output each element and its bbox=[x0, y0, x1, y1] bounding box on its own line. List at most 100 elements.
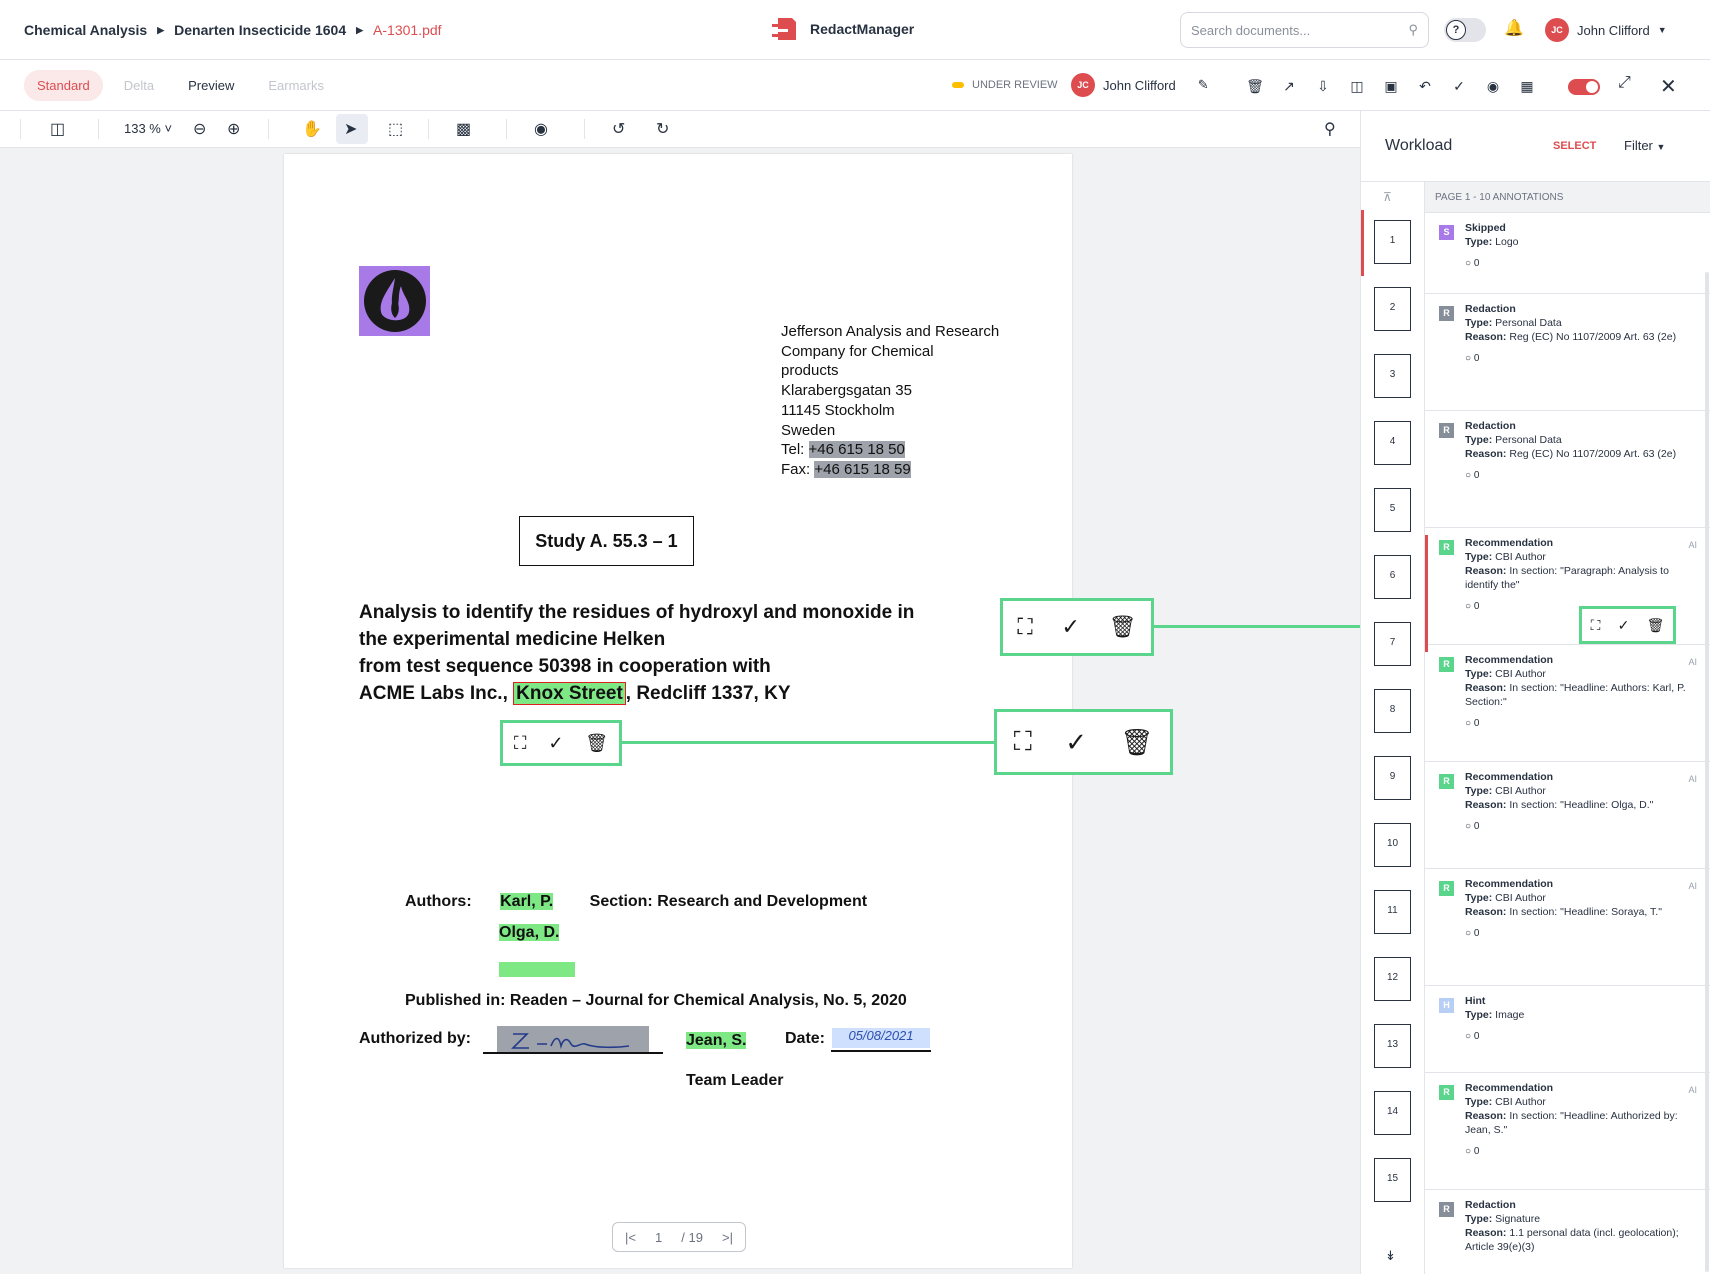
search-input[interactable]: Search documents... ⚲ bbox=[1180, 12, 1429, 48]
cursor-icon[interactable]: ➤ bbox=[344, 119, 357, 139]
pencil-icon[interactable]: ✎ bbox=[1198, 77, 1209, 93]
authorizer-recommendation[interactable]: Jean, S. bbox=[686, 1032, 747, 1049]
first-page-icon[interactable]: |< bbox=[625, 1230, 636, 1245]
preview-eye-icon[interactable]: ◉ bbox=[534, 119, 548, 139]
close-icon[interactable]: ✕ bbox=[1660, 74, 1677, 99]
page-thumbnail[interactable]: 10 bbox=[1374, 823, 1411, 867]
fullscreen-icon[interactable]: ⤢ bbox=[1618, 74, 1631, 92]
comments-row[interactable]: ○ 0 bbox=[1465, 352, 1701, 366]
signature-redaction[interactable] bbox=[497, 1026, 649, 1054]
knox-street-recommendation[interactable]: Knox Street bbox=[513, 682, 626, 705]
comment-icon: ○ bbox=[1465, 470, 1474, 481]
sidebar-toggle-icon[interactable]: ◫ bbox=[50, 119, 65, 139]
approve-icon[interactable]: ✓ bbox=[1442, 76, 1476, 96]
scroll-bottom-icon[interactable]: ↡ bbox=[1385, 1248, 1396, 1264]
document-viewer[interactable]: Jefferson Analysis and Research Company … bbox=[0, 148, 1590, 1274]
comment-count: 0 bbox=[1473, 353, 1480, 364]
comments-row[interactable]: ○ 0 bbox=[1465, 1030, 1701, 1044]
help-mode-toggle[interactable]: ? bbox=[1444, 18, 1486, 42]
breadcrumb-item-project[interactable]: Chemical Analysis bbox=[24, 22, 147, 38]
delete-icon[interactable]: 🗑 bbox=[1238, 76, 1272, 96]
breadcrumb-item-dossier[interactable]: Denarten Insecticide 1604 bbox=[174, 22, 346, 38]
author-soraya-recommendation[interactable] bbox=[499, 962, 575, 977]
logo-annotation[interactable] bbox=[359, 266, 430, 336]
rotate-right-icon[interactable]: ↻ bbox=[656, 119, 669, 139]
annotation-card[interactable]: S Skipped Type: Logo ○ 0 bbox=[1425, 212, 1710, 293]
pan-hand-icon[interactable]: ✋ bbox=[302, 119, 322, 139]
page-thumbnail[interactable]: 3 bbox=[1374, 354, 1411, 398]
rotate-left-icon[interactable]: ↺ bbox=[612, 119, 625, 139]
page-thumbnail[interactable]: 7 bbox=[1374, 622, 1411, 666]
author-olga-recommendation[interactable]: Olga, D. bbox=[499, 924, 560, 941]
user-menu[interactable]: JC John Clifford ▼ bbox=[1545, 18, 1667, 42]
page-number-input[interactable]: 1 bbox=[655, 1230, 662, 1245]
annotation-card[interactable]: R AI Recommendation Type: CBI Author Reason:… bbox=[1425, 761, 1710, 868]
assignee[interactable]: JC John Clifford ✎ bbox=[1071, 73, 1209, 97]
annotation-card[interactable]: H Hint Type: Image ○ 0 bbox=[1425, 985, 1710, 1072]
comments-row[interactable]: ○ 0 bbox=[1465, 469, 1701, 483]
accept-check-icon[interactable]: ✓ bbox=[1618, 617, 1630, 634]
annotation-card[interactable]: R AI Recommendation Type: CBI Author Reason:… bbox=[1425, 644, 1710, 761]
annotation-card[interactable]: R Redaction Type: Signature Reason: 1.1 per… bbox=[1425, 1189, 1710, 1274]
file-actions: 🗑 ↗ ⇩ ◫ ▣ ↶ ✓ ◉ ▦ bbox=[1238, 76, 1544, 96]
page-thumbnail[interactable]: 6 bbox=[1374, 555, 1411, 599]
comments-row[interactable]: ○ 0 bbox=[1465, 820, 1701, 834]
notification-bell-icon[interactable]: 🔔 bbox=[1504, 18, 1524, 38]
page-thumbnail[interactable]: 1 bbox=[1374, 220, 1411, 264]
annotation-card[interactable]: R Redaction Type: Personal Data Reason: Reg… bbox=[1425, 410, 1710, 527]
search-icon[interactable]: ⚲ bbox=[1324, 119, 1336, 139]
area-select-icon[interactable]: ⬚ bbox=[388, 119, 403, 139]
ocr-icon[interactable]: ▦ bbox=[1510, 76, 1544, 96]
annotation-card[interactable]: R AI Recommendation Type: CBI Author Reason:… bbox=[1425, 1072, 1710, 1189]
tab-preview[interactable]: Preview bbox=[175, 70, 247, 101]
page-thumbnail[interactable]: 12 bbox=[1374, 957, 1411, 1001]
page-thumbnail[interactable]: 4 bbox=[1374, 421, 1411, 465]
page-thumbnail[interactable]: 11 bbox=[1374, 890, 1411, 934]
author-karl-recommendation[interactable]: Karl, P. bbox=[500, 893, 554, 910]
trash-icon[interactable]: 🗑 bbox=[585, 733, 608, 754]
trash-icon[interactable]: 🗑 bbox=[1647, 617, 1665, 634]
image-icon[interactable]: ▣ bbox=[1374, 76, 1408, 96]
resize-icon[interactable]: ⛶ bbox=[1591, 617, 1601, 634]
annotation-card[interactable]: R Redaction Type: Personal Data Reason: Reg… bbox=[1425, 293, 1710, 410]
type-value: Personal Data bbox=[1495, 317, 1562, 329]
split-view-icon[interactable]: ◫ bbox=[1340, 76, 1374, 96]
download-icon[interactable]: ⇩ bbox=[1306, 76, 1340, 96]
export-icon[interactable]: ↗ bbox=[1272, 76, 1306, 96]
comments-row[interactable]: ○ 0 bbox=[1465, 927, 1701, 941]
date-hint[interactable]: 05/08/2021 bbox=[832, 1028, 930, 1048]
redaction-toggle[interactable] bbox=[1568, 79, 1600, 95]
annotation-card[interactable]: R AI Recommendation Type: CBI Author Reason:… bbox=[1425, 868, 1710, 985]
comments-row[interactable]: ○ 0 bbox=[1465, 1145, 1701, 1159]
page-thumbnail[interactable]: 5 bbox=[1374, 488, 1411, 532]
zoom-in-icon[interactable]: ⊕ bbox=[227, 119, 240, 139]
accept-check-icon[interactable]: ✓ bbox=[548, 733, 563, 754]
comments-row[interactable]: ○ 0 bbox=[1465, 257, 1701, 271]
app-logo[interactable]: RedactManager bbox=[770, 14, 914, 44]
page-thumbnail[interactable]: 14 bbox=[1374, 1091, 1411, 1135]
breadcrumb-item-file[interactable]: A-1301.pdf bbox=[373, 22, 442, 38]
page-thumbnail[interactable]: 9 bbox=[1374, 756, 1411, 800]
page-thumbnail[interactable]: 13 bbox=[1374, 1024, 1411, 1068]
compare-icon[interactable]: ▩ bbox=[456, 119, 471, 139]
scrollbar[interactable] bbox=[1705, 272, 1709, 1272]
page-thumbnail[interactable]: 15 bbox=[1374, 1158, 1411, 1202]
page-thumbnail[interactable]: 8 bbox=[1374, 689, 1411, 733]
user-name: John Clifford bbox=[1577, 22, 1650, 38]
tel-redaction[interactable]: +46 615 18 50 bbox=[808, 441, 905, 459]
select-button[interactable]: SELECT bbox=[1553, 140, 1596, 152]
filter-dropdown[interactable]: Filter ▼ bbox=[1624, 138, 1665, 153]
last-page-icon[interactable]: >| bbox=[722, 1230, 733, 1245]
comments-row[interactable]: ○ 0 bbox=[1465, 717, 1701, 731]
zoom-select[interactable]: 133 % ˅ bbox=[124, 121, 172, 136]
zoom-out-icon[interactable]: ⊖ bbox=[193, 119, 206, 139]
scroll-top-icon[interactable]: ⊼ bbox=[1383, 190, 1392, 204]
undo-all-icon[interactable]: ↶ bbox=[1408, 76, 1442, 96]
tab-standard[interactable]: Standard bbox=[24, 70, 103, 101]
search-icon[interactable]: ⚲ bbox=[1408, 22, 1418, 38]
page-thumbnail[interactable]: 2 bbox=[1374, 287, 1411, 331]
resize-icon[interactable]: ⛶ bbox=[514, 733, 527, 754]
fax-redaction[interactable]: +46 615 18 59 bbox=[814, 460, 911, 478]
record-icon[interactable]: ◉ bbox=[1476, 76, 1510, 96]
pdf-page[interactable]: Jefferson Analysis and Research Company … bbox=[284, 154, 1072, 1268]
